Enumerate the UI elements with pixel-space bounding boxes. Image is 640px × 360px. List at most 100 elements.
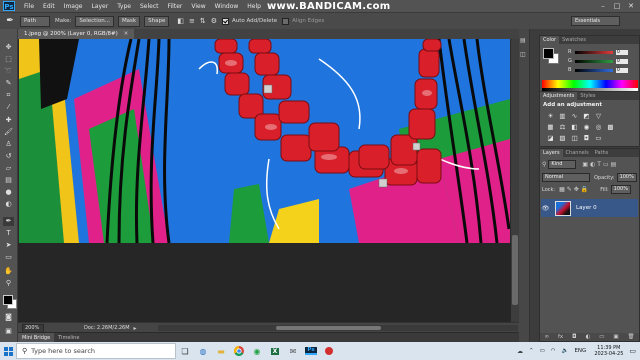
- horizontal-scroll-thumb[interactable]: [276, 326, 381, 330]
- opacity-field[interactable]: 100%: [616, 173, 637, 182]
- new-group-icon[interactable]: ▭: [599, 334, 604, 340]
- levels-icon[interactable]: ▥: [558, 112, 567, 120]
- delete-layer-icon[interactable]: 🗑: [627, 334, 634, 340]
- red-channel-value[interactable]: 0: [616, 49, 628, 55]
- layer-style-icon[interactable]: fx: [558, 334, 563, 340]
- blue-channel-value[interactable]: 0: [616, 67, 628, 73]
- tab-styles[interactable]: Styles: [577, 92, 598, 100]
- tool-mode-select[interactable]: Path: [20, 15, 50, 27]
- tab-swatches[interactable]: Swatches: [559, 36, 589, 44]
- lasso-tool-icon[interactable]: ➰: [3, 67, 14, 76]
- document-tab[interactable]: 1.jpeg @ 200% (Layer 0, RGB/8#) ✕: [18, 29, 135, 39]
- eyedropper-tool-icon[interactable]: ⁄: [3, 103, 14, 112]
- close-button[interactable]: ✕: [624, 1, 638, 11]
- path-operations-icon[interactable]: ◧: [177, 17, 184, 25]
- blue-channel-slider[interactable]: [575, 68, 613, 72]
- task-view-icon[interactable]: ❏: [176, 342, 194, 360]
- mail-icon[interactable]: ✉: [284, 342, 302, 360]
- red-channel-slider[interactable]: [575, 50, 613, 54]
- posterize-icon[interactable]: ▨: [558, 134, 567, 142]
- vertical-scrollbar[interactable]: [511, 39, 519, 322]
- edge-browser-icon[interactable]: ◍: [194, 342, 212, 360]
- history-brush-tool-icon[interactable]: ↺: [3, 152, 14, 161]
- file-explorer-icon[interactable]: ▬: [212, 342, 230, 360]
- layer-row[interactable]: 👁 Layer 0: [541, 199, 638, 217]
- marquee-tool-icon[interactable]: ⬚: [3, 55, 14, 64]
- maximize-button[interactable]: □: [610, 1, 624, 11]
- green-channel-value[interactable]: 0: [616, 58, 628, 64]
- black-white-icon[interactable]: ◧: [570, 123, 579, 131]
- pen-tool-icon[interactable]: ✒: [3, 217, 14, 226]
- show-hidden-icons-icon[interactable]: ⌃: [529, 348, 534, 354]
- tab-layers[interactable]: Layers: [540, 149, 563, 157]
- menu-view[interactable]: View: [191, 3, 205, 10]
- layer-name[interactable]: Layer 0: [576, 205, 597, 211]
- invert-icon[interactable]: ◪: [546, 134, 555, 142]
- make-mask-button[interactable]: Mask: [117, 15, 141, 27]
- taskbar-search-box[interactable]: ⚲ Type here to search: [16, 343, 176, 359]
- network-icon[interactable]: ◠: [551, 348, 556, 354]
- photo-filter-icon[interactable]: ◉: [582, 123, 591, 131]
- fill-field[interactable]: 100%: [610, 185, 631, 194]
- pen-tool-preset-icon[interactable]: ✒: [4, 15, 16, 27]
- bandicam-record-icon[interactable]: [320, 342, 338, 360]
- quick-selection-tool-icon[interactable]: ✎: [3, 79, 14, 88]
- clone-stamp-tool-icon[interactable]: ♙: [3, 140, 14, 149]
- excel-icon[interactable]: X: [266, 342, 284, 360]
- lock-options-icons[interactable]: ▦✎✥🔒: [559, 186, 590, 193]
- color-lookup-icon[interactable]: ▩: [606, 123, 615, 131]
- menu-help[interactable]: Help: [247, 3, 261, 10]
- threshold-icon[interactable]: ◫: [570, 134, 579, 142]
- make-selection-button[interactable]: Selection...: [75, 15, 114, 27]
- layer-filter-icons[interactable]: ▣◐T▭▤: [582, 161, 618, 168]
- color-spectrum-ramp[interactable]: [542, 80, 638, 88]
- eraser-tool-icon[interactable]: ▱: [3, 164, 14, 173]
- gear-icon[interactable]: ⚙: [211, 17, 217, 25]
- photoshop-taskbar-icon[interactable]: Ps: [302, 342, 320, 360]
- hand-tool-icon[interactable]: ✋: [3, 267, 14, 276]
- notifications-icon[interactable]: ▭: [629, 347, 636, 355]
- path-alignment-icon[interactable]: ≡: [189, 17, 195, 25]
- start-button[interactable]: [0, 342, 16, 360]
- auto-add-delete-checkbox[interactable]: [222, 17, 229, 25]
- vertical-scroll-thumb[interactable]: [512, 235, 518, 305]
- vibrance-icon[interactable]: ▽: [594, 112, 603, 120]
- volume-icon[interactable]: 🔈: [562, 348, 569, 354]
- horizontal-scrollbar[interactable]: [158, 325, 518, 331]
- gradient-map-icon[interactable]: ▭: [594, 134, 603, 142]
- menu-layer[interactable]: Layer: [91, 3, 108, 10]
- document-canvas[interactable]: [19, 39, 510, 243]
- tab-paths[interactable]: Paths: [592, 149, 612, 157]
- type-tool-icon[interactable]: T: [3, 229, 14, 238]
- adjustment-layer-icon[interactable]: ◐: [585, 334, 590, 340]
- workspace-select[interactable]: Essentials: [571, 16, 620, 26]
- new-layer-icon[interactable]: ▣: [613, 334, 618, 340]
- crop-tool-icon[interactable]: ⌗: [3, 91, 14, 100]
- language-indicator[interactable]: ENG: [574, 348, 586, 354]
- weather-icon[interactable]: ☁: [517, 348, 523, 355]
- path-arrangement-icon[interactable]: ⇅: [200, 17, 206, 25]
- tab-channels[interactable]: Channels: [563, 149, 592, 157]
- exposure-icon[interactable]: ◩: [582, 112, 591, 120]
- foreground-color-swatch[interactable]: [3, 295, 13, 305]
- visibility-eye-icon[interactable]: 👁: [541, 205, 550, 212]
- properties-panel-icon[interactable]: ◫: [520, 51, 526, 58]
- hue-saturation-icon[interactable]: ▦: [546, 123, 555, 131]
- zoom-tool-icon[interactable]: ⚲: [3, 279, 14, 288]
- tab-adjustments[interactable]: Adjustments: [540, 92, 578, 100]
- menu-window[interactable]: Window: [215, 3, 239, 10]
- gradient-tool-icon[interactable]: ▤: [3, 176, 14, 185]
- quick-mask-icon[interactable]: ◙: [3, 313, 14, 322]
- whatsapp-icon[interactable]: ◉: [248, 342, 266, 360]
- foreground-color-chip[interactable]: [543, 48, 554, 59]
- menu-type[interactable]: Type: [117, 3, 131, 10]
- curves-icon[interactable]: ∿: [570, 112, 579, 120]
- menu-edit[interactable]: Edit: [43, 3, 55, 10]
- move-tool-icon[interactable]: ✥: [3, 43, 14, 52]
- layer-kind-filter[interactable]: Kind: [548, 160, 577, 169]
- close-tab-icon[interactable]: ✕: [124, 31, 129, 37]
- align-edges-checkbox[interactable]: [282, 17, 290, 25]
- channel-mixer-icon[interactable]: ◎: [594, 123, 603, 131]
- path-selection-tool-icon[interactable]: ➤: [3, 241, 14, 250]
- chrome-icon[interactable]: [230, 342, 248, 360]
